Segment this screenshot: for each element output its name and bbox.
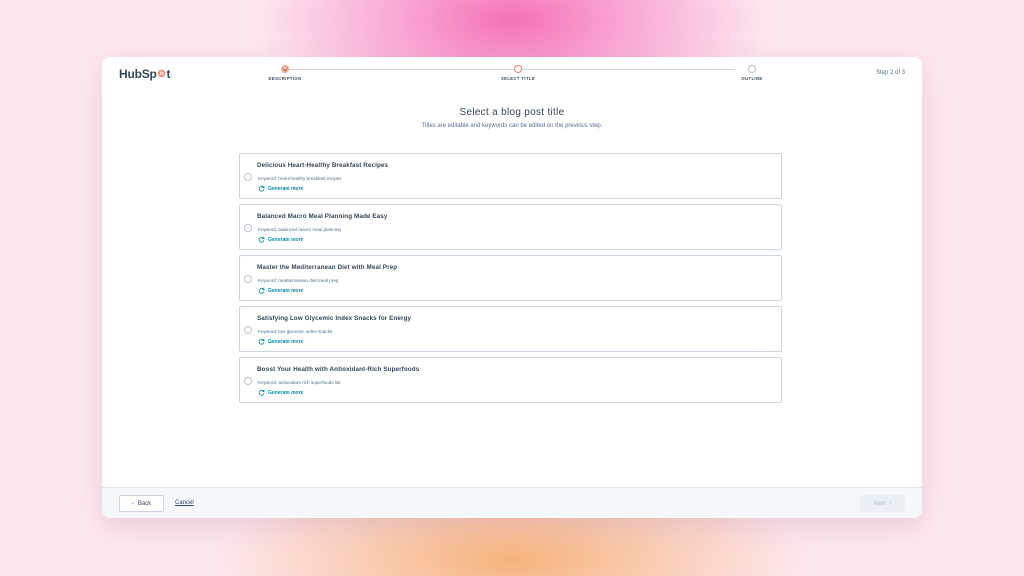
step-description: DESCRIPTION — [235, 65, 335, 81]
step-select-title: SELECT TITLE — [468, 65, 568, 81]
back-button[interactable]: ‹ Back — [119, 495, 164, 512]
title-option-keyword: Keyword: balanced macro meal planning — [258, 227, 341, 232]
next-button[interactable]: Next › — [860, 495, 905, 512]
title-option-card[interactable]: Delicious Heart-Healthy Breakfast Recipe… — [239, 153, 782, 199]
title-option-radio[interactable] — [244, 275, 252, 283]
title-option-text: Master the Mediterranean Diet with Meal … — [257, 264, 398, 271]
next-button-label: Next — [873, 500, 886, 507]
title-option-radio[interactable] — [244, 173, 252, 181]
title-option-text: Satisfying Low Glycemic Index Snacks for… — [257, 315, 412, 322]
wizard-modal: HubSp ⚙ t DESCRIPTION SELECT TITLE OUTLINE… — [102, 57, 922, 518]
step-label: SELECT TITLE — [500, 76, 536, 81]
title-option-card[interactable]: Balanced Macro Meal Planning Made Easy K… — [239, 204, 782, 250]
title-option-card[interactable]: Boost Your Health with Antioxidant-Rich … — [239, 357, 782, 403]
refresh-icon — [258, 338, 265, 345]
chevron-left-icon: ‹ — [131, 500, 134, 507]
logo-text-part-2: t — [166, 67, 171, 81]
title-options-list: Delicious Heart-Healthy Breakfast Recipe… — [239, 153, 782, 408]
logo-text-part-1: HubSp — [119, 67, 157, 81]
title-option-card[interactable]: Master the Mediterranean Diet with Meal … — [239, 255, 782, 301]
sprocket-icon: ⚙ — [157, 68, 166, 80]
title-option-text: Balanced Macro Meal Planning Made Easy — [257, 213, 388, 220]
page-subtitle: Titles are editable and keywords can be … — [421, 123, 603, 129]
refresh-icon — [258, 236, 265, 243]
generate-more-link[interactable]: Generate more — [258, 338, 303, 345]
generate-more-label: Generate more — [268, 338, 304, 345]
title-option-card[interactable]: Satisfying Low Glycemic Index Snacks for… — [239, 306, 782, 352]
generate-more-label: Generate more — [268, 185, 304, 192]
title-option-keyword: Keyword: low glycemic index snacks — [258, 329, 333, 334]
step-pending-dot-icon — [748, 65, 756, 73]
step-label: OUTLINE — [741, 76, 763, 81]
generate-more-label: Generate more — [268, 236, 304, 243]
title-option-text: Boost Your Health with Antioxidant-Rich … — [257, 366, 420, 373]
generate-more-link[interactable]: Generate more — [258, 287, 303, 294]
title-option-radio[interactable] — [244, 326, 252, 334]
generate-more-link[interactable]: Generate more — [258, 389, 303, 396]
refresh-icon — [258, 185, 265, 192]
step-outline: OUTLINE — [702, 65, 802, 81]
page-title: Select a blog post title — [459, 107, 565, 118]
hubspot-logo: HubSp ⚙ t — [119, 67, 170, 81]
wizard-footer: ‹ Back Cancel Next › — [102, 487, 922, 518]
title-option-keyword: Keyword: antioxidant-rich superfoods lis… — [258, 380, 341, 385]
title-option-keyword: Keyword: heart-healthy breakfast recipes — [258, 176, 342, 181]
generate-more-link[interactable]: Generate more — [258, 236, 303, 243]
chevron-right-icon: › — [889, 500, 892, 507]
refresh-icon — [258, 389, 265, 396]
step-active-dot-icon — [514, 65, 522, 73]
progress-stepper: DESCRIPTION SELECT TITLE OUTLINE — [268, 65, 762, 95]
generate-more-label: Generate more — [268, 287, 304, 294]
step-count: Step 2 of 3 — [875, 70, 905, 76]
refresh-icon — [258, 287, 265, 294]
back-button-label: Back — [137, 500, 152, 507]
generate-more-label: Generate more — [268, 389, 304, 396]
title-option-keyword: Keyword: mediterranean diet meal prep — [258, 278, 339, 283]
cancel-button[interactable]: Cancel — [175, 500, 194, 506]
step-label: DESCRIPTION — [268, 76, 302, 81]
step-complete-check-icon — [281, 65, 289, 73]
title-option-radio[interactable] — [244, 377, 252, 385]
title-option-text: Delicious Heart-Healthy Breakfast Recipe… — [257, 162, 389, 169]
generate-more-link[interactable]: Generate more — [258, 185, 303, 192]
title-option-radio[interactable] — [244, 224, 252, 232]
